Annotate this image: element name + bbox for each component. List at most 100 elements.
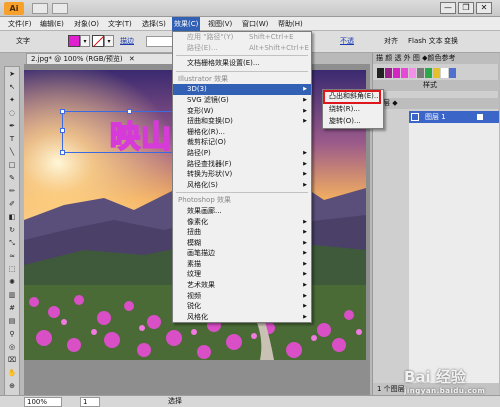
effect-menu-item[interactable]: 路径(E)... Alt+Shift+Ctrl+E — [173, 43, 311, 54]
slice-tool-icon[interactable]: ⌧ — [5, 355, 19, 366]
artwork-text[interactable]: 映山 — [109, 112, 172, 156]
arrange-documents-button[interactable] — [32, 3, 48, 14]
effect-menu-item[interactable]: 转换为形状(V) ▶ — [173, 169, 311, 180]
menu-section-header: Photoshop 效果 — [173, 195, 311, 206]
stroke-link[interactable]: 描边 — [120, 36, 134, 46]
effect-menu-item[interactable]: 路径(P) ▶ — [173, 148, 311, 159]
effect-menu-item[interactable]: SVG 滤镜(G) ▶ — [173, 95, 311, 106]
effect-menu-item[interactable]: 视频 ▶ — [173, 291, 311, 302]
menu-item-label: 应用 "路径"(Y) — [187, 33, 234, 41]
align-label[interactable]: 对齐 — [384, 36, 398, 46]
selection-tool-icon[interactable]: ➤ — [5, 69, 19, 80]
effect-menu-item[interactable]: 3D(3) ▶ — [173, 84, 311, 95]
submenu-rotate[interactable]: 旋转(O)... — [323, 115, 383, 128]
document-tab[interactable]: 2.jpg* @ 100% (RGB/预览) ✕ — [26, 53, 174, 64]
layers-panel-tabs[interactable]: 图层 ◆ — [373, 98, 499, 109]
menu-window[interactable]: 窗口(W) — [240, 17, 270, 31]
effect-menu-item[interactable]: 扭曲 ▶ — [173, 227, 311, 238]
gradient-tool-icon[interactable]: ▤ — [5, 316, 19, 327]
effect-menu-item[interactable]: 变形(W) ▶ — [173, 106, 311, 117]
color-panel-tabs[interactable]: 描 颜 透 外 图 ◆颜色参考 — [373, 53, 499, 64]
eyedropper-icon[interactable]: ⚲ — [5, 329, 19, 340]
rectangle-tool-icon[interactable]: □ — [5, 160, 19, 171]
brush-tool-icon[interactable]: ✎ — [5, 173, 19, 184]
free-transform-icon[interactable]: ⬚ — [5, 264, 19, 275]
menu-file[interactable]: 文件(F) — [6, 17, 34, 31]
effect-menu-item[interactable]: 应用 "路径"(Y) Shift+Ctrl+E — [173, 32, 311, 43]
workspace-button[interactable] — [52, 3, 68, 14]
tool-mode[interactable]: 选择 — [168, 397, 182, 406]
mesh-tool-icon[interactable]: # — [5, 303, 19, 314]
eraser-icon[interactable]: ◧ — [5, 212, 19, 223]
menu-edit[interactable]: 编辑(E) — [38, 17, 66, 31]
selection-handle[interactable] — [60, 109, 65, 114]
effect-menu-item[interactable]: 风格化(S) ▶ — [173, 180, 311, 191]
menu-item-shortcut: Alt+Shift+Ctrl+E — [249, 43, 309, 52]
effect-menu-item[interactable]: 路径查找器(F) ▶ — [173, 159, 311, 170]
menu-view[interactable]: 视图(V) — [206, 17, 234, 31]
warp-tool-icon[interactable]: ≈ — [5, 251, 19, 262]
lasso-icon[interactable]: ◌ — [5, 108, 19, 119]
effect-menu-item[interactable]: 画笔描边 ▶ — [173, 248, 311, 259]
menu-item-label: 模糊 — [187, 238, 201, 247]
restore-button[interactable]: ❐ — [458, 2, 474, 14]
stroke-dropdown[interactable]: ▾ — [104, 35, 114, 47]
type-label: 文字 — [16, 37, 30, 45]
styles-tab[interactable]: 样式 — [373, 80, 499, 91]
menu-help[interactable]: 帮助(H) — [276, 17, 305, 31]
stroke-weight-input[interactable] — [146, 36, 174, 47]
effect-menu-item[interactable]: 模糊 ▶ — [173, 238, 311, 249]
graph-tool-icon[interactable]: ▥ — [5, 290, 19, 301]
tools-panel: ➤ ↖ ✦ ◌ ✒ T ╲ □ ✎ ✏ ✐ ◧ ↻ ⤡ ≈ ⬚ ✺ ▥ # ▤ … — [4, 66, 20, 400]
watermark: Bai 经验 jingyan.baidu.com — [404, 366, 485, 395]
blob-brush-icon[interactable]: ✐ — [5, 199, 19, 210]
pen-tool-icon[interactable]: ✒ — [5, 121, 19, 132]
menu-select[interactable]: 选择(S) — [140, 17, 168, 31]
pencil-tool-icon[interactable]: ✏ — [5, 186, 19, 197]
line-tool-icon[interactable]: ╲ — [5, 147, 19, 158]
page-field[interactable]: 1 — [80, 397, 100, 407]
selection-handle[interactable] — [60, 150, 65, 155]
menu-effect[interactable]: 效果(C) — [172, 17, 201, 31]
opacity-link[interactable]: 不透 — [340, 36, 354, 46]
effect-menu-item[interactable]: 锐化 ▶ — [173, 301, 311, 312]
zoom-field[interactable]: 100% — [24, 397, 62, 407]
layer-name: 图层 1 — [425, 113, 446, 121]
layer-target-icon[interactable] — [477, 114, 483, 120]
transform-label[interactable]: 变换 — [444, 36, 458, 46]
symbol-sprayer-icon[interactable]: ✺ — [5, 277, 19, 288]
effect-menu-item[interactable]: 栅格化(R)... — [173, 127, 311, 138]
direct-selection-tool-icon[interactable]: ↖ — [5, 82, 19, 93]
zoom-tool-icon[interactable]: ⊕ — [5, 381, 19, 392]
stroke-color-swatch[interactable] — [92, 35, 104, 47]
color-guide-swatches[interactable] — [377, 68, 493, 78]
type-tool-icon[interactable]: T — [5, 134, 19, 145]
menu-type[interactable]: 文字(T) — [106, 17, 134, 31]
hand-tool-icon[interactable]: ✋ — [5, 368, 19, 379]
effect-menu-item[interactable]: 风格化 ▶ — [173, 312, 311, 323]
effect-menu-item[interactable]: 文档栅格效果设置(E)... — [173, 58, 311, 69]
selection-handle[interactable] — [60, 128, 65, 133]
rotate-tool-icon[interactable]: ↻ — [5, 225, 19, 236]
blend-tool-icon[interactable]: ◎ — [5, 342, 19, 353]
effect-menu-item[interactable]: 艺术效果 ▶ — [173, 280, 311, 291]
effect-menu-item[interactable]: 扭曲和变换(D) ▶ — [173, 116, 311, 127]
effect-menu-item[interactable]: 像素化 ▶ — [173, 217, 311, 228]
menu-object[interactable]: 对象(O) — [72, 17, 101, 31]
submenu-revolve[interactable]: 绕转(R)... — [323, 103, 383, 116]
magic-wand-icon[interactable]: ✦ — [5, 95, 19, 106]
effect-menu-item[interactable]: 裁剪标记(O) — [173, 137, 311, 148]
effect-menu-item[interactable]: 效果画廊... — [173, 206, 311, 217]
effect-menu-item[interactable]: 纹理 ▶ — [173, 269, 311, 280]
fill-dropdown[interactable]: ▾ — [80, 35, 90, 47]
document-title: 2.jpg* @ 100% (RGB/预览) — [31, 55, 123, 63]
visibility-eye-icon[interactable] — [411, 113, 419, 121]
fill-color-swatch[interactable] — [68, 35, 80, 47]
effect-menu-item[interactable]: 素描 ▶ — [173, 259, 311, 270]
flash-text-label[interactable]: Flash 文本 — [408, 36, 443, 46]
layer-row[interactable]: 图层 1 — [409, 111, 499, 123]
scale-tool-icon[interactable]: ⤡ — [5, 238, 19, 249]
close-button[interactable]: ✕ — [476, 2, 492, 14]
minimize-button[interactable]: — — [440, 2, 456, 14]
close-document-icon[interactable]: ✕ — [129, 55, 135, 63]
